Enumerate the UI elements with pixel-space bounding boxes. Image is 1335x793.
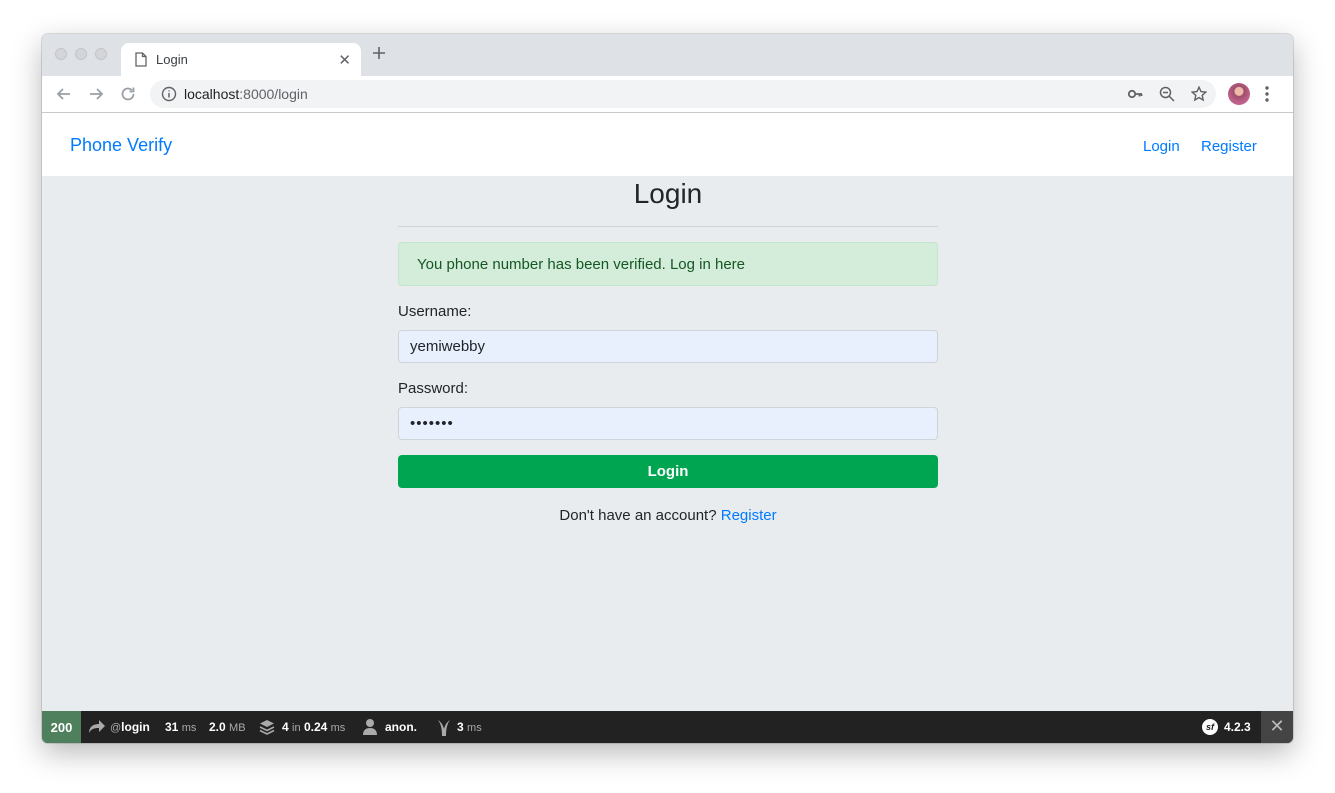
- avatar[interactable]: [1228, 83, 1250, 105]
- password-label: Password:: [398, 380, 469, 397]
- db-query-count: 4: [282, 720, 289, 734]
- user-icon: [362, 718, 378, 735]
- register-prompt: Don't have an account? Register: [398, 507, 938, 524]
- forward-arrow-icon[interactable]: [86, 84, 106, 104]
- password-input[interactable]: •••••••: [398, 407, 938, 440]
- db-time: 0.24: [303, 720, 328, 734]
- twig-unit: ms: [467, 722, 482, 734]
- time-unit: ms: [181, 722, 197, 734]
- close-icon[interactable]: ✕: [1261, 711, 1293, 743]
- address-bar[interactable]: localhost:8000/login: [150, 80, 1216, 108]
- status-code-badge[interactable]: 200: [42, 711, 81, 743]
- info-icon[interactable]: [161, 86, 177, 102]
- url-host: localhost: [184, 86, 240, 102]
- page-content: Phone Verify Login Register Login You ph…: [42, 113, 1293, 743]
- username-input[interactable]: yemiwebby: [398, 330, 938, 363]
- key-icon[interactable]: [1127, 86, 1143, 102]
- user-panel[interactable]: anon.: [385, 720, 417, 734]
- star-icon[interactable]: [1191, 86, 1207, 102]
- route-prefix: @: [110, 722, 122, 734]
- browser-toolbar: localhost:8000/login: [42, 76, 1293, 113]
- more-vert-icon[interactable]: [1264, 85, 1270, 103]
- tab-close-icon[interactable]: ✕: [338, 51, 351, 69]
- back-arrow-icon[interactable]: [54, 84, 74, 104]
- nav-login-link[interactable]: Login: [1143, 138, 1180, 155]
- username-label: Username:: [398, 303, 472, 320]
- route-arrow-icon: [88, 718, 106, 734]
- login-button[interactable]: Login: [398, 455, 938, 488]
- reload-icon[interactable]: [118, 84, 138, 104]
- nav-register-link[interactable]: Register: [1201, 138, 1257, 155]
- tab-title: Login: [156, 52, 188, 67]
- browser-window: Login ✕ localhost:8000/login Phone Verif…: [42, 34, 1293, 743]
- twig-panel[interactable]: 3 ms: [457, 720, 482, 734]
- database-panel[interactable]: 4 in 0.24 ms: [282, 720, 345, 734]
- db-in: in: [292, 722, 301, 734]
- route-name: login: [121, 720, 150, 734]
- symfony-logo-icon[interactable]: sf: [1202, 719, 1218, 735]
- register-prompt-text: Don't have an account?: [559, 507, 717, 524]
- close-window-dot[interactable]: [55, 48, 67, 60]
- time-panel[interactable]: 31 ms: [165, 720, 196, 734]
- twig-icon: [437, 718, 451, 736]
- database-layers-icon: [258, 718, 276, 736]
- db-unit: ms: [330, 722, 346, 734]
- minimize-window-dot[interactable]: [75, 48, 87, 60]
- zoom-out-icon[interactable]: [1159, 86, 1175, 102]
- brand-link[interactable]: Phone Verify: [70, 135, 172, 156]
- tab-strip: Login ✕: [42, 34, 1293, 76]
- time-value: 31: [165, 720, 179, 734]
- symfony-debug-toolbar: 200 @login 31 ms 2.0 MB 4 in 0.24 ms ano…: [42, 711, 1293, 743]
- route-panel[interactable]: @login: [110, 720, 150, 734]
- success-alert: You phone number has been verified. Log …: [398, 242, 938, 286]
- memory-panel[interactable]: 2.0 MB: [209, 720, 246, 734]
- register-link[interactable]: Register: [721, 507, 777, 524]
- plus-icon[interactable]: [372, 46, 386, 60]
- divider: [398, 226, 938, 227]
- url-text[interactable]: localhost:8000/login: [184, 86, 308, 102]
- document-icon: [135, 52, 147, 67]
- memory-value: 2.0: [209, 720, 226, 734]
- login-form-container: Login You phone number has been verified…: [398, 176, 938, 524]
- page-title: Login: [633, 178, 703, 209]
- tab-login[interactable]: Login ✕: [121, 43, 361, 76]
- twig-value: 3: [457, 720, 464, 734]
- symfony-version[interactable]: 4.2.3: [1224, 720, 1251, 734]
- url-path: :8000/login: [239, 86, 308, 102]
- maximize-window-dot[interactable]: [95, 48, 107, 60]
- memory-unit: MB: [229, 722, 246, 734]
- site-navbar: Phone Verify Login Register: [42, 113, 1293, 176]
